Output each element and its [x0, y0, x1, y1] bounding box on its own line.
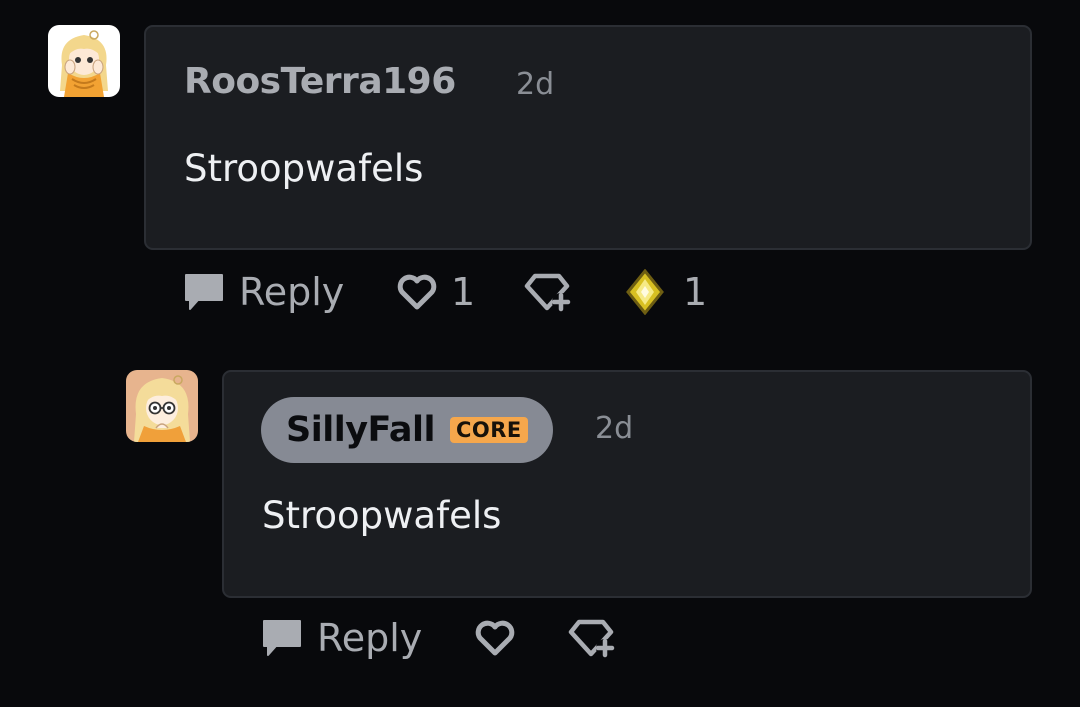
reply-button[interactable]: Reply	[261, 610, 422, 666]
heart-icon	[473, 618, 517, 658]
avatar[interactable]	[48, 25, 120, 97]
gem-plus-icon	[523, 270, 573, 314]
comment-actions: Reply	[261, 610, 641, 666]
gem-plus-icon	[567, 616, 617, 660]
comment-body: Stroopwafels	[184, 147, 424, 190]
comment-author[interactable]: RoosTerra196	[184, 61, 456, 102]
comment-body: Stroopwafels	[262, 494, 502, 537]
give-award-button[interactable]	[567, 610, 617, 666]
comment-timestamp: 2d	[595, 411, 634, 446]
award-count: 1	[683, 270, 708, 314]
like-button[interactable]: 1	[395, 264, 475, 320]
comment-author: SillyFall	[286, 410, 435, 450]
give-award-button[interactable]	[523, 264, 573, 320]
like-count: 1	[451, 270, 476, 314]
award-count-button[interactable]: 1	[625, 264, 707, 320]
like-button[interactable]	[473, 610, 517, 666]
comment-thread: RoosTerra196 2d Stroopwafels Reply 1 1 S…	[0, 0, 1080, 707]
reply-label: Reply	[239, 270, 345, 314]
comment-bubble: RoosTerra196 2d Stroopwafels	[144, 25, 1032, 250]
comment-timestamp: 2d	[516, 67, 555, 102]
core-badge: CORE	[449, 417, 528, 443]
heart-icon	[395, 272, 439, 312]
comment-bubble: SillyFall CORE 2d Stroopwafels	[222, 370, 1032, 598]
author-pill[interactable]: SillyFall CORE	[261, 397, 553, 463]
avatar-roosterra196-icon	[48, 25, 120, 97]
comment-actions: Reply 1 1	[183, 264, 743, 320]
reply-button[interactable]: Reply	[183, 264, 344, 320]
gold-gem-icon	[625, 269, 665, 315]
avatar-sillyfall-icon	[126, 370, 198, 442]
chat-bubble-icon	[183, 272, 225, 312]
reply-label: Reply	[317, 616, 423, 660]
chat-bubble-icon	[261, 618, 303, 658]
avatar[interactable]	[126, 370, 198, 442]
